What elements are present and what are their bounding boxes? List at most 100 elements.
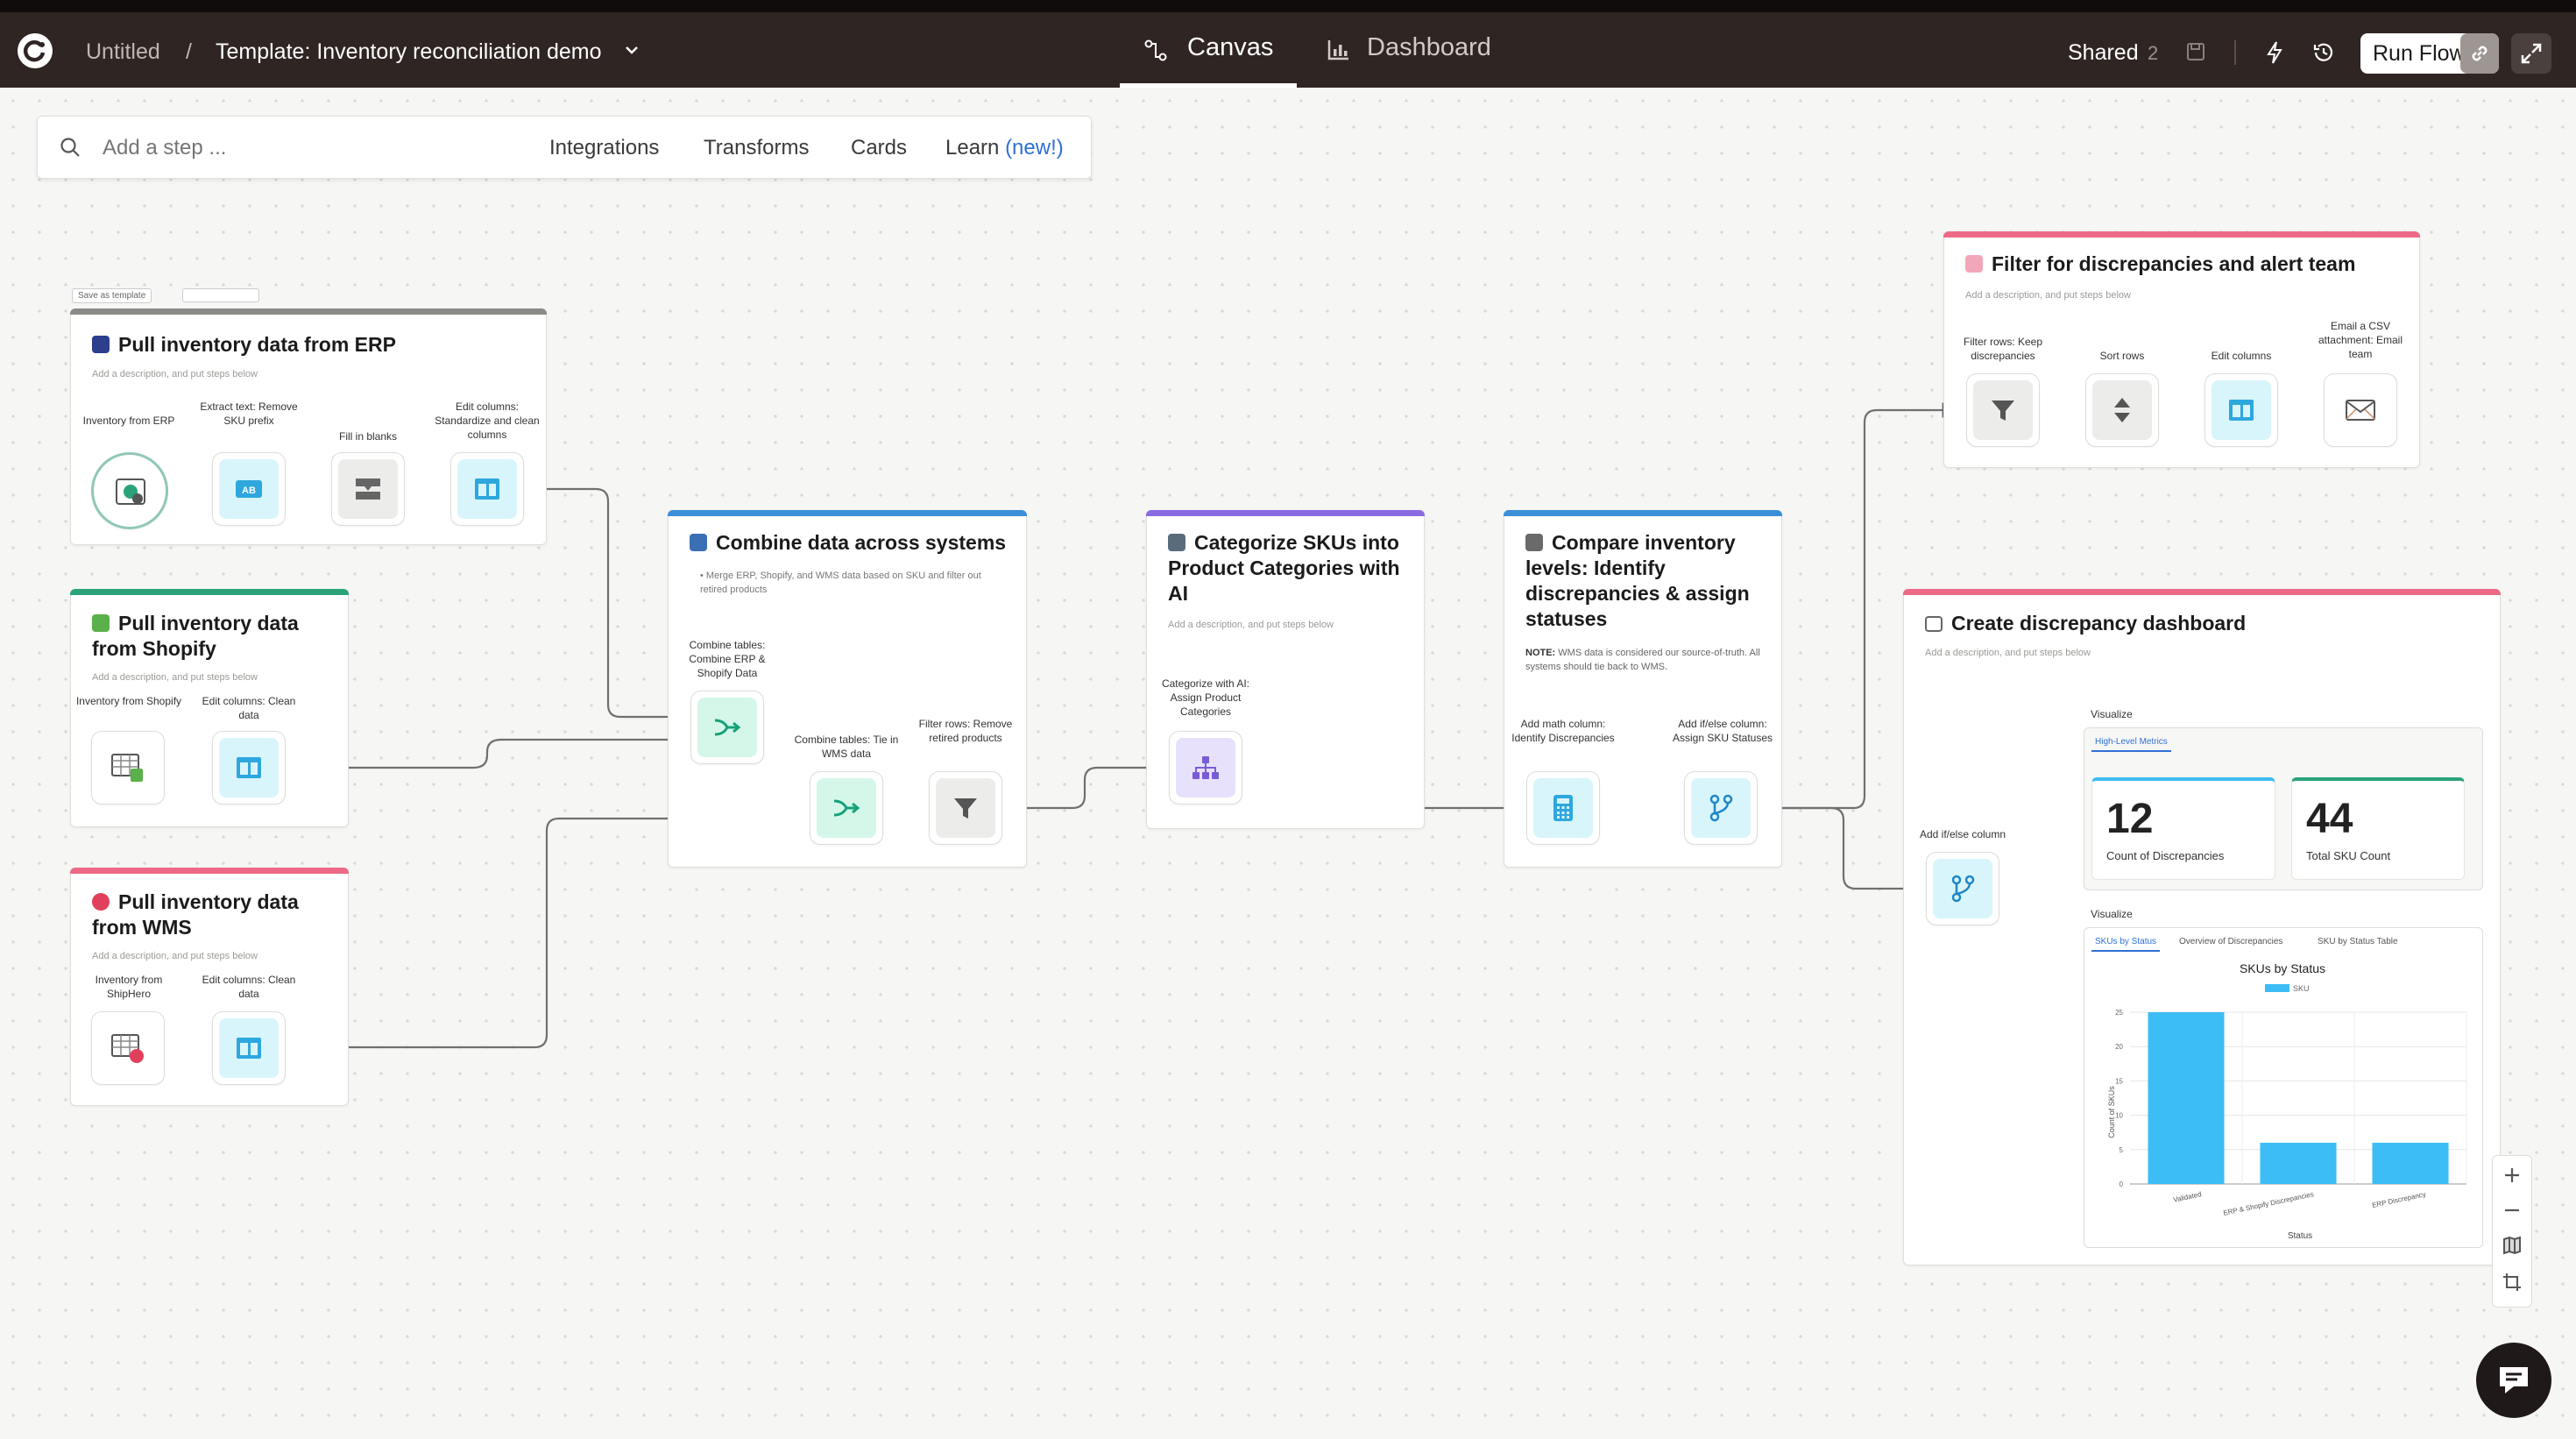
step-label: Edit columns <box>2211 350 2272 362</box>
tab-canvas-label: Canvas <box>1187 33 1274 61</box>
card-color-bar <box>70 589 349 595</box>
chart-title: SKUs by Status <box>2240 961 2325 975</box>
link-icon[interactable] <box>2460 33 2499 74</box>
step-edit-columns[interactable] <box>450 452 524 526</box>
step-combine-wms[interactable] <box>810 771 883 845</box>
step-edit-columns[interactable] <box>212 1011 286 1085</box>
step-email-team[interactable] <box>2324 373 2397 447</box>
card-color-bar <box>70 308 547 315</box>
metric-label: Count of Discrepancies <box>2106 849 2225 862</box>
card-title[interactable]: Pull inventory data from WMS <box>92 890 329 940</box>
zoom-in-icon[interactable] <box>2502 1165 2523 1190</box>
step-combine-erp-shopify[interactable] <box>690 691 764 764</box>
tab-canvas[interactable]: Canvas <box>1120 12 1297 88</box>
fit-view-icon[interactable] <box>2502 1272 2523 1297</box>
chat-button[interactable] <box>2476 1343 2551 1418</box>
legend-swatch <box>2265 984 2289 992</box>
y-tick-label: 20 <box>2115 1043 2123 1051</box>
history-icon[interactable] <box>2311 40 2336 69</box>
step-edit-columns[interactable] <box>2204 373 2278 447</box>
minimap-icon[interactable] <box>2502 1235 2523 1260</box>
card-description[interactable]: Add a description, and put steps below <box>1168 620 1334 630</box>
card-description[interactable]: Add a description, and put steps below <box>92 672 258 683</box>
card-description[interactable]: Add a description, and put steps below <box>1965 290 2131 301</box>
card-description[interactable]: Add a description, and put steps below <box>92 369 258 379</box>
card-title[interactable]: Compare inventory levels: Identify discr… <box>1525 530 1771 632</box>
database-icon <box>116 478 145 505</box>
step-inventory-from-shopify[interactable] <box>91 731 165 805</box>
add-step-input[interactable] <box>101 132 393 164</box>
card-title[interactable]: Categorize SKUs into Product Categories … <box>1168 530 1413 606</box>
metrics-tab[interactable]: High-Level Metrics <box>2091 737 2171 752</box>
card-description[interactable]: Add a description, and put steps below <box>92 951 258 961</box>
columns-icon <box>2229 400 2254 421</box>
step-inventory-from-erp[interactable] <box>91 452 168 529</box>
integrations-link[interactable]: Integrations <box>549 136 659 160</box>
card-title[interactable]: Combine data across systems <box>690 530 1023 556</box>
hierarchy-icon <box>1192 756 1219 779</box>
card-hover-toolbar[interactable]: Save as template <box>72 288 259 304</box>
shared-label[interactable]: Shared <box>2068 40 2139 66</box>
chart-tab-overview[interactable]: Overview of Discrepancies <box>2179 937 2282 946</box>
step-add-if-else-column[interactable] <box>1926 852 1999 925</box>
chevron-down-icon[interactable] <box>624 44 640 60</box>
chart-tab-skus-by-status[interactable]: SKUs by Status <box>2091 937 2161 952</box>
step-label: Sort rows <box>2099 350 2145 362</box>
learn-link[interactable]: Learn (new!) <box>945 136 1064 160</box>
card-note[interactable]: NOTE: WMS data is considered our source-… <box>1525 646 1762 674</box>
transforms-link[interactable]: Transforms <box>704 136 809 160</box>
y-tick-label: 15 <box>2115 1077 2123 1085</box>
card-color-bar <box>1943 231 2420 237</box>
step-fill-in-blanks[interactable] <box>331 452 405 526</box>
columns-icon <box>475 478 499 500</box>
bar <box>2260 1142 2337 1184</box>
card-description[interactable]: • Merge ERP, Shopify, and WMS data based… <box>700 569 989 597</box>
cards-link[interactable]: Cards <box>851 136 907 160</box>
card-color-bar <box>1903 589 2501 595</box>
step-inventory-from-shiphero[interactable] <box>91 1011 165 1085</box>
fill-blanks-icon <box>356 478 380 500</box>
shiphero-table-icon <box>111 1034 144 1063</box>
expand-icon[interactable] <box>2511 33 2551 74</box>
step-edit-columns[interactable] <box>212 731 286 805</box>
step-categorize-ai[interactable] <box>1169 731 1242 805</box>
branch-icon <box>1951 875 1975 903</box>
step-label: Filter rows: Keep discrepancies <box>1963 336 2043 362</box>
flow-title[interactable]: Template: Inventory reconciliation demo <box>216 39 602 65</box>
combine-icon <box>690 534 707 551</box>
metric-card: 44 Total SKU Count <box>2291 777 2465 880</box>
lightning-icon[interactable] <box>2264 40 2285 69</box>
step-filter-discrepancies[interactable] <box>1966 373 2040 447</box>
x-axis-label: Status <box>2288 1231 2312 1241</box>
erp-icon <box>92 336 110 353</box>
chart-panel[interactable]: SKUs by Status Overview of Discrepancies… <box>2084 927 2483 1248</box>
branch-icon <box>1709 794 1733 822</box>
app-logo-icon[interactable] <box>18 33 53 68</box>
card-title-text: Combine data across systems <box>716 531 1007 554</box>
step-sort-rows[interactable] <box>2085 373 2159 447</box>
save-icon[interactable] <box>2185 41 2206 67</box>
card-description[interactable]: Add a description, and put steps below <box>1925 648 2091 658</box>
card-title[interactable]: Create discrepancy dashboard <box>1925 611 2468 636</box>
shopify-icon <box>92 614 110 632</box>
step-add-if-else-column[interactable] <box>1684 771 1758 845</box>
breadcrumb-root[interactable]: Untitled <box>86 39 160 65</box>
card-title[interactable]: Pull inventory data from Shopify <box>92 611 329 662</box>
chart-icon <box>1327 40 1348 60</box>
run-flow-label: Run Flow <box>2373 41 2466 66</box>
card-action-icons[interactable] <box>182 288 259 302</box>
card-title[interactable]: Filter for discrepancies and alert team <box>1965 252 2403 277</box>
x-tick-label: Validated <box>2172 1190 2202 1204</box>
metrics-panel[interactable]: High-Level Metrics 12 Count of Discrepan… <box>2084 727 2483 890</box>
card-title[interactable]: Pull inventory data from ERP <box>92 332 530 358</box>
zoom-controls <box>2492 1155 2532 1308</box>
step-add-math-column[interactable] <box>1526 771 1600 845</box>
zoom-out-icon[interactable] <box>2502 1200 2523 1225</box>
y-tick-label: 25 <box>2115 1009 2123 1017</box>
step-extract-text[interactable]: AB <box>212 452 286 526</box>
card-color-bar <box>1146 510 1425 516</box>
chart-tab-table[interactable]: SKU by Status Table <box>2318 937 2398 946</box>
tab-dashboard[interactable]: Dashboard <box>1321 12 1514 88</box>
save-as-template-button[interactable]: Save as template <box>72 288 152 303</box>
step-filter-retired[interactable] <box>929 771 1002 845</box>
